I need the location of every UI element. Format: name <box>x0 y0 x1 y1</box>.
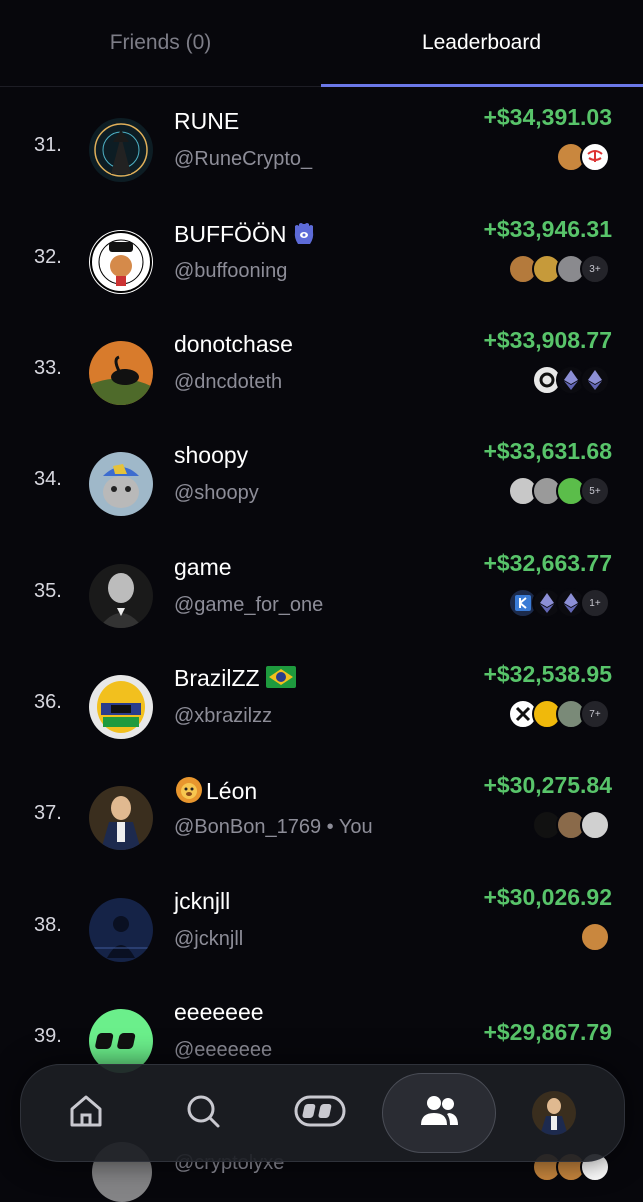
active-tab-indicator <box>321 84 643 87</box>
token-stack: 1+ <box>508 588 610 618</box>
nav-friends[interactable] <box>382 1073 496 1153</box>
avatar[interactable] <box>89 786 153 850</box>
user-handle: @jcknjll <box>174 928 244 950</box>
user-name: BUFFÖÖN <box>174 220 316 252</box>
more-tokens-badge: 5+ <box>580 476 610 506</box>
nav-profile[interactable] <box>499 1065 609 1161</box>
token-icon <box>580 810 610 840</box>
token-stack: 7+ <box>508 699 610 729</box>
profit-amount: +$32,663.77 <box>483 550 612 576</box>
avatar[interactable] <box>89 564 153 628</box>
rank-number: 35. <box>34 580 62 602</box>
rank-number: 38. <box>34 914 62 936</box>
token-icon <box>580 922 610 952</box>
search-icon <box>183 1091 223 1136</box>
profit-amount: +$33,946.31 <box>483 216 612 242</box>
rank-number: 32. <box>34 246 62 268</box>
rank-number: 34. <box>34 468 62 490</box>
rank-number: 36. <box>34 691 62 713</box>
profile-avatar <box>532 1091 576 1135</box>
more-tokens-badge: 7+ <box>580 699 610 729</box>
brazil-flag-icon <box>265 665 296 694</box>
user-name: BrazilZZ <box>174 665 296 694</box>
avatar[interactable] <box>89 341 153 405</box>
leaderboard-row[interactable]: 37. Léon @BonBon_1769 • You +$30,275.84 <box>0 758 643 869</box>
rank-number: 33. <box>34 357 62 379</box>
user-name: eeeeeee <box>174 999 264 1025</box>
user-name: game <box>174 554 232 580</box>
rank-number: 31. <box>34 134 62 156</box>
nav-search[interactable] <box>148 1065 258 1161</box>
profit-amount: +$33,908.77 <box>483 327 612 353</box>
user-name: jcknjll <box>174 888 231 914</box>
nav-app-home[interactable] <box>265 1065 375 1161</box>
leaderboard-row[interactable]: 35. game @game_for_one +$32,663.77 1+ <box>0 536 643 647</box>
bottom-nav <box>20 1064 625 1162</box>
user-handle: @dncdoteth <box>174 371 283 393</box>
user-name: shoopy <box>174 442 249 468</box>
tab-leaderboard[interactable]: Leaderboard <box>321 0 642 86</box>
avatar[interactable] <box>89 675 153 739</box>
avatar[interactable] <box>89 452 153 516</box>
token-stack <box>532 365 610 395</box>
user-handle: @BonBon_1769 • You <box>174 816 373 838</box>
more-tokens-badge: 1+ <box>580 588 610 618</box>
leaderboard-row[interactable]: 33. donotchase @dncdoteth +$33,908.77 <box>0 313 643 424</box>
token-stack: 3+ <box>508 254 610 284</box>
user-name: Léon <box>174 776 257 810</box>
profit-amount: +$33,631.68 <box>483 438 612 464</box>
avatar[interactable] <box>89 230 153 294</box>
home-icon <box>66 1091 106 1136</box>
token-stack: 5+ <box>508 476 610 506</box>
leaderboard-row[interactable]: 31. RUNE @RuneCrypto_ +$34,391.03 <box>0 90 643 201</box>
user-handle: @xbrazilzz <box>174 705 273 727</box>
token-stack <box>556 142 610 172</box>
leaderboard-row[interactable]: 32. BUFFÖÖN @buffooning +$33,946.31 3+ <box>0 202 643 313</box>
friends-icon <box>417 1091 461 1136</box>
user-name: donotchase <box>174 331 293 357</box>
rank-number: 37. <box>34 802 62 824</box>
profit-amount: +$32,538.95 <box>483 661 612 687</box>
lion-emoji-icon <box>174 776 204 810</box>
leaderboard-row[interactable]: 36. BrazilZZ @xbrazilzz +$32,538.95 7+ <box>0 647 643 758</box>
red-spider-token-icon <box>580 142 610 172</box>
user-handle: @game_for_one <box>174 594 324 616</box>
token-stack <box>532 810 610 840</box>
user-handle: @eeeeeee <box>174 1039 273 1061</box>
user-handle: @RuneCrypto_ <box>174 148 313 170</box>
rank-number: 39. <box>34 1025 62 1047</box>
tab-friends[interactable]: Friends (0) <box>0 0 321 86</box>
user-handle: @shoopy <box>174 482 259 504</box>
nav-home[interactable] <box>31 1065 141 1161</box>
token-stack <box>580 922 610 952</box>
avatar[interactable] <box>89 118 153 182</box>
user-handle: @buffooning <box>174 260 288 282</box>
avatar[interactable] <box>89 898 153 962</box>
leaderboard-row[interactable]: 38. jcknjll @jcknjll +$30,026.92 <box>0 870 643 981</box>
hamsa-hand-icon <box>292 220 316 252</box>
profit-amount: +$30,026.92 <box>483 884 612 910</box>
ethereum-icon <box>580 365 610 395</box>
profit-amount: +$30,275.84 <box>483 772 612 798</box>
tab-bar: Friends (0) Leaderboard <box>0 0 643 87</box>
profit-amount: +$34,391.03 <box>483 104 612 130</box>
profit-amount: +$29,867.79 <box>483 1019 612 1045</box>
app-logo-icon <box>294 1094 346 1133</box>
user-name: RUNE <box>174 108 240 134</box>
more-tokens-badge: 3+ <box>580 254 610 284</box>
leaderboard-row[interactable]: 34. shoopy @shoopy +$33,631.68 5+ <box>0 424 643 535</box>
